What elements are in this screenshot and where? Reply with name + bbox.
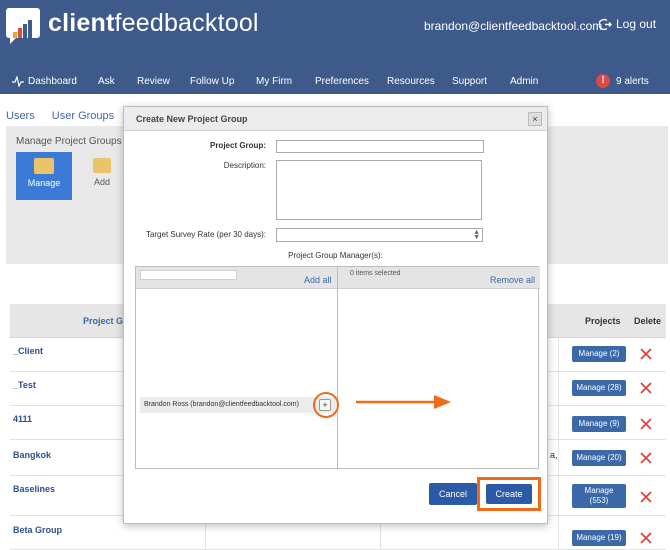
tab-users[interactable]: Users [6, 110, 35, 122]
row-manage-button[interactable]: Manage (20) [572, 450, 626, 466]
row-cell-text: a, [550, 450, 558, 460]
row-manage-button[interactable]: Manage (28) [572, 380, 626, 396]
panel-title: Manage Project Groups [16, 136, 122, 147]
stepper-arrows-icon[interactable]: ▲ ▼ [473, 229, 480, 241]
row-name[interactable]: _Test [13, 380, 36, 390]
subnav-tabs: Users User Groups [6, 110, 128, 122]
nav-preferences[interactable]: Preferences [315, 76, 369, 87]
modal-header: Create New Project Group × [124, 107, 547, 131]
project-group-input[interactable] [276, 140, 484, 153]
cancel-button[interactable]: Cancel [429, 483, 477, 505]
folder-gear-icon [34, 158, 54, 174]
app-header: clientfeedbacktool brandon@clientfeedbac… [0, 0, 670, 94]
delete-icon[interactable] [639, 451, 653, 465]
folder-add-icon [93, 158, 111, 173]
highlight-circle [313, 392, 339, 418]
row-manage-button[interactable]: Manage (19) [572, 530, 626, 546]
remove-all-link[interactable]: Remove all [490, 275, 535, 285]
delete-icon[interactable] [639, 417, 653, 431]
add-tile-label: Add [93, 177, 110, 187]
row-manage-button[interactable]: Manage (553) [572, 484, 626, 508]
alerts-link[interactable]: ! 9 alerts [596, 74, 649, 88]
delete-icon[interactable] [639, 381, 653, 395]
nav-follow-up[interactable]: Follow Up [190, 76, 234, 87]
available-list-item[interactable]: Brandon Ross (brandon@clientfeedbacktool… [140, 397, 336, 413]
arrow-right-icon [356, 395, 451, 409]
close-icon[interactable]: × [528, 112, 542, 126]
pane-divider [337, 267, 338, 470]
target-rate-stepper[interactable]: ▲ ▼ [276, 228, 483, 242]
logout-icon [599, 18, 612, 30]
add-all-link[interactable]: Add all [304, 275, 332, 285]
pulse-icon [12, 76, 24, 87]
nav-dashboard[interactable]: Dashboard [28, 76, 77, 87]
user-email[interactable]: brandon@clientfeedbacktool.com [424, 19, 602, 33]
col-projects: Projects [585, 316, 621, 326]
add-tile[interactable]: Add [82, 152, 122, 200]
nav-review[interactable]: Review [137, 76, 170, 87]
nav-admin[interactable]: Admin [510, 76, 538, 87]
available-search-input[interactable] [140, 270, 237, 280]
row-manage-button[interactable]: Manage (2) [572, 346, 626, 362]
logout-label: Log out [616, 17, 657, 31]
col-delete: Delete [634, 316, 662, 326]
description-textarea[interactable] [276, 160, 482, 220]
manage-tile[interactable]: Manage [16, 152, 72, 200]
row-name[interactable]: 4111 [13, 414, 32, 424]
selected-count: 0 items selected [350, 270, 401, 277]
logout-button[interactable]: Log out [599, 17, 656, 31]
row-name[interactable]: Baselines [13, 484, 55, 494]
alert-icon: ! [596, 74, 610, 88]
tab-user-groups[interactable]: User Groups [52, 110, 114, 122]
row-name[interactable]: Bangkok [13, 450, 51, 460]
target-rate-label: Target Survey Rate (per 30 days): [145, 230, 266, 239]
delete-icon[interactable] [639, 347, 653, 361]
project-group-label: Project Group: [209, 141, 266, 150]
row-name[interactable]: _Client [13, 346, 43, 356]
row-name[interactable]: Beta Group [13, 525, 62, 535]
managers-title: Project Group Manager(s): [288, 251, 383, 260]
nav-my-firm[interactable]: My Firm [256, 76, 292, 87]
modal-title: Create New Project Group [136, 114, 248, 124]
nav-support[interactable]: Support [452, 76, 487, 87]
nav-resources[interactable]: Resources [387, 76, 435, 87]
delete-icon[interactable] [639, 531, 653, 545]
selected-pane-header: 0 items selected Remove all [338, 267, 540, 289]
row-manage-button[interactable]: Manage (9) [572, 416, 626, 432]
brand-name[interactable]: clientfeedbacktool [48, 9, 259, 38]
delete-icon[interactable] [639, 490, 653, 504]
main-nav: Dashboard Ask Review Follow Up My Firm P… [0, 72, 670, 92]
create-project-group-modal: Create New Project Group × Project Group… [123, 106, 548, 524]
nav-ask[interactable]: Ask [98, 76, 115, 87]
alert-count: 9 alerts [616, 75, 649, 87]
manage-tile-label: Manage [27, 178, 61, 188]
create-highlight-box: Create [477, 477, 541, 511]
managers-dual-list: Add all 0 items selected Remove all Bran… [135, 266, 540, 470]
create-button[interactable]: Create [486, 484, 532, 504]
available-pane-header: Add all [136, 267, 337, 289]
description-label: Description: [223, 161, 266, 170]
logo-icon[interactable] [6, 8, 40, 44]
